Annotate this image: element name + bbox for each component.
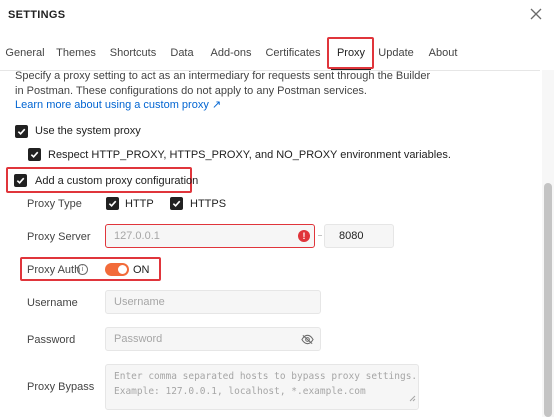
checkmark-icon bbox=[30, 151, 39, 159]
learn-more-link[interactable]: Learn more about using a custom proxy ↗ bbox=[15, 98, 221, 111]
tab-general[interactable]: General bbox=[5, 36, 45, 70]
use-system-proxy-checkbox[interactable] bbox=[15, 125, 28, 138]
username-placeholder: Username bbox=[114, 296, 165, 308]
https-label: HTTPS bbox=[190, 198, 227, 210]
tab-data[interactable]: Data bbox=[169, 36, 195, 70]
checkmark-icon bbox=[17, 128, 26, 136]
proxy-server-port-value: 8080 bbox=[339, 230, 364, 242]
proxy-bypass-textarea[interactable]: Enter comma separated hosts to bypass pr… bbox=[105, 364, 419, 410]
description-line-2: in Postman. These configurations do not … bbox=[15, 85, 367, 97]
proxy-auth-toggle[interactable] bbox=[105, 263, 129, 276]
close-icon[interactable] bbox=[527, 5, 545, 23]
tab-bar: General Themes Shortcuts Data Add-ons Ce… bbox=[0, 36, 554, 70]
toggle-knob bbox=[118, 265, 127, 274]
proxy-bypass-placeholder-line-2: Example: 127.0.0.1, localhost, *.example… bbox=[114, 386, 366, 397]
http-checkbox[interactable] bbox=[106, 197, 119, 210]
tab-themes[interactable]: Themes bbox=[56, 36, 96, 70]
proxy-server-port-input[interactable]: 8080 bbox=[324, 224, 394, 248]
proxy-bypass-placeholder-line-1: Enter comma separated hosts to bypass pr… bbox=[114, 371, 418, 382]
eye-off-icon[interactable] bbox=[301, 334, 314, 348]
checkmark-icon bbox=[172, 200, 181, 208]
description-line-1: Specify a proxy setting to act as an int… bbox=[15, 70, 431, 82]
checkmark-icon bbox=[16, 177, 25, 185]
respect-env-checkbox[interactable] bbox=[28, 148, 41, 161]
proxy-type-label: Proxy Type bbox=[27, 198, 82, 210]
https-checkbox[interactable] bbox=[170, 197, 183, 210]
username-input[interactable]: Username bbox=[105, 290, 321, 314]
proxy-server-label: Proxy Server bbox=[27, 231, 91, 243]
proxy-server-host-input[interactable]: 127.0.0.1 ! bbox=[105, 224, 315, 248]
custom-proxy-label: Add a custom proxy configuration bbox=[35, 175, 199, 187]
use-system-proxy-label: Use the system proxy bbox=[35, 125, 141, 137]
respect-env-label: Respect HTTP_PROXY, HTTPS_PROXY, and NO_… bbox=[48, 149, 451, 161]
info-icon[interactable]: i bbox=[77, 264, 88, 275]
host-port-separator bbox=[318, 235, 322, 236]
proxy-bypass-label: Proxy Bypass bbox=[27, 381, 95, 393]
checkmark-icon bbox=[108, 200, 117, 208]
settings-modal: SETTINGS General Themes Shortcuts Data A… bbox=[0, 0, 554, 417]
tab-update[interactable]: Update bbox=[378, 36, 413, 70]
proxy-auth-state: ON bbox=[133, 264, 150, 276]
tab-shortcuts[interactable]: Shortcuts bbox=[109, 36, 157, 70]
highlight-proxy-tab bbox=[327, 37, 374, 69]
proxy-description: Specify a proxy setting to act as an int… bbox=[15, 69, 435, 99]
password-label: Password bbox=[27, 334, 76, 346]
tab-certificates[interactable]: Certificates bbox=[265, 36, 320, 70]
custom-proxy-checkbox[interactable] bbox=[14, 174, 27, 187]
tab-about[interactable]: About bbox=[428, 36, 458, 70]
http-label: HTTP bbox=[125, 198, 154, 210]
scrollbar-thumb[interactable] bbox=[544, 183, 552, 417]
error-icon: ! bbox=[298, 230, 310, 242]
password-placeholder: Password bbox=[114, 333, 163, 345]
password-input[interactable]: Password bbox=[105, 327, 321, 351]
username-label: Username bbox=[27, 297, 78, 309]
proxy-server-host-placeholder: 127.0.0.1 bbox=[114, 230, 160, 242]
settings-title: SETTINGS bbox=[8, 9, 66, 21]
resize-handle-icon[interactable] bbox=[409, 392, 416, 407]
proxy-auth-label: Proxy Auth bbox=[27, 264, 81, 276]
tab-add-ons[interactable]: Add-ons bbox=[209, 36, 253, 70]
